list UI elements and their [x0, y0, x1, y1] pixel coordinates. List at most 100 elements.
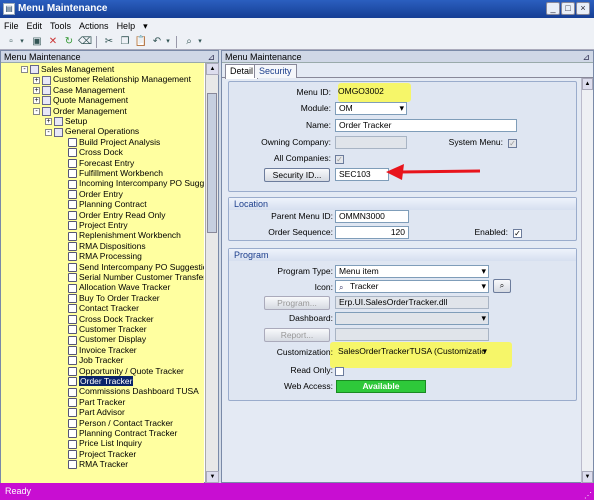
menu-overflow-icon[interactable]: ▾ [139, 18, 152, 34]
icon-browse-button[interactable]: ⌕ [493, 279, 511, 293]
scroll-thumb[interactable] [207, 93, 217, 233]
new-dropdown-icon[interactable]: ▾ [18, 35, 26, 48]
tree-item[interactable]: Contact Tracker [57, 303, 139, 314]
scroll-up-icon[interactable]: ▲ [582, 78, 593, 90]
undo-dropdown-icon[interactable]: ▾ [164, 35, 172, 48]
tree-item[interactable]: RMA Dispositions [57, 241, 146, 252]
tree-item[interactable]: Part Advisor [57, 407, 125, 418]
tree-folder-node[interactable]: + Setup [45, 116, 87, 127]
paste-icon[interactable]: 📋 [134, 35, 148, 48]
security-id-field[interactable]: SEC103 [335, 168, 389, 181]
tree-item[interactable]: Order Entry Read Only [57, 210, 165, 220]
tree-item[interactable]: Customer Display [57, 334, 147, 345]
tree-item[interactable]: Allocation Wave Tracker [57, 282, 170, 293]
report-button[interactable]: Report... [264, 328, 330, 342]
module-dropdown[interactable]: OM [335, 102, 407, 115]
tree-item[interactable]: Planning Contract Tracker [57, 428, 177, 439]
icon-dropdown[interactable]: ⌕ Tracker [335, 280, 489, 293]
scroll-down-icon[interactable]: ▼ [206, 471, 219, 483]
tree-folder-node[interactable]: + Quote Management [33, 95, 128, 106]
tree-item[interactable]: Forecast Entry [57, 158, 134, 168]
cut-icon[interactable]: ✂ [102, 35, 116, 48]
expand-icon[interactable]: + [33, 76, 40, 84]
tree-item[interactable]: Replenishment Workbench [57, 230, 181, 241]
menu-tools[interactable]: Tools [46, 18, 75, 34]
search-dropdown-icon[interactable]: ▾ [196, 35, 204, 48]
tree-folder-node[interactable]: - General Operations [45, 126, 139, 137]
tree-item[interactable]: Commissions Dashboard TUSA [57, 386, 199, 397]
program-type-dropdown[interactable]: Menu item [335, 265, 489, 278]
parent-menu-field[interactable]: OMMN3000 [335, 210, 409, 223]
tree-folder-node[interactable]: + Customer Relationship Management [33, 74, 191, 85]
tree-item[interactable]: Customer Tracker [57, 324, 147, 335]
tree-item[interactable]: Cross Dock [57, 147, 123, 158]
tree-item[interactable]: Part Tracker [57, 397, 125, 408]
scroll-down-icon[interactable]: ▼ [582, 471, 593, 483]
security-id-button[interactable]: Security ID... [264, 168, 330, 182]
web-access-status[interactable]: Available [336, 380, 426, 393]
dashboard-dropdown[interactable] [335, 312, 489, 325]
menu-file[interactable]: File [0, 18, 23, 34]
close-button[interactable]: × [576, 2, 590, 15]
tree-item[interactable]: Build Project Analysis [57, 137, 160, 148]
tree-item[interactable]: Buy To Order Tracker [57, 293, 160, 304]
report-field[interactable] [335, 328, 489, 341]
tree-item[interactable]: Planning Contract [57, 199, 147, 210]
tree-item[interactable]: Order Tracker [57, 376, 134, 387]
tree-item[interactable]: Person / Contact Tracker [57, 418, 173, 428]
collapse-icon[interactable]: - [33, 107, 40, 115]
collapse-icon[interactable]: - [21, 66, 28, 74]
undo-icon[interactable]: ↶ [150, 35, 164, 48]
tree-item[interactable]: Project Tracker [57, 449, 136, 460]
scroll-up-icon[interactable]: ▲ [206, 63, 219, 75]
tree-item[interactable]: Cross Dock Tracker [57, 314, 154, 324]
tree-item[interactable]: Incoming Intercompany PO Sugge [57, 178, 204, 189]
tree-item[interactable]: Serial Number Customer Transfer [57, 272, 204, 283]
copy-icon[interactable]: ❐ [118, 35, 132, 48]
tree-scrollbar[interactable]: ▲ ▼ [205, 63, 219, 483]
menu-help[interactable]: Help [113, 18, 140, 34]
name-field[interactable]: Order Tracker [335, 119, 517, 132]
menu-id-field[interactable]: OMGO3002 [335, 86, 409, 99]
menu-edit[interactable]: Edit [23, 18, 47, 34]
save-icon[interactable]: ▣ [30, 35, 44, 48]
program-field[interactable]: Erp.UI.SalesOrderTracker.dll [335, 296, 489, 309]
tree-node-label: Customer Display [79, 334, 147, 345]
pin-icon[interactable]: ⊿ [207, 51, 215, 63]
refresh-icon[interactable]: ↻ [62, 35, 76, 48]
tree-item[interactable]: Fulfillment Workbench [57, 168, 163, 179]
tree-item[interactable]: RMA Processing [57, 251, 142, 262]
tree-item[interactable]: Opportunity / Quote Tracker [57, 366, 184, 376]
expand-icon[interactable]: + [33, 97, 40, 105]
maximize-button[interactable]: □ [561, 2, 575, 15]
binoculars-icon[interactable]: ⌕ [182, 35, 196, 48]
tree-item[interactable]: Project Entry [57, 220, 128, 231]
collapse-icon[interactable]: - [45, 128, 52, 136]
enabled-checkbox[interactable]: ✓ [513, 229, 522, 238]
new-icon[interactable]: ▫ [4, 35, 18, 48]
expand-icon[interactable]: + [33, 87, 40, 95]
resize-grip-icon[interactable]: ⋰ [584, 487, 592, 500]
tree-item[interactable]: Price List Inquiry [57, 438, 142, 449]
delete-icon[interactable]: ✕ [46, 35, 60, 48]
customization-dropdown[interactable]: SalesOrderTrackerTUSA (Customizatio [335, 346, 489, 359]
tree-item[interactable]: Job Tracker [57, 355, 123, 366]
program-button[interactable]: Program... [264, 296, 330, 310]
tab-security[interactable]: Security [254, 64, 297, 78]
tree-item[interactable]: Send Intercompany PO Suggestio [57, 262, 204, 272]
menu-actions[interactable]: Actions [75, 18, 113, 34]
expand-icon[interactable]: + [45, 118, 52, 126]
system-menu-checkbox[interactable]: ✓ [508, 139, 517, 148]
minimize-button[interactable]: _ [546, 2, 560, 15]
tree-folder-node[interactable]: + Case Management [33, 85, 125, 96]
tree-item[interactable]: Order Entry [57, 189, 123, 200]
detail-scrollbar[interactable]: ▲ ▼ [581, 78, 593, 483]
tree-item[interactable]: Invoice Tracker [57, 345, 137, 356]
pin-icon[interactable]: ⊿ [582, 51, 590, 63]
clear-icon[interactable]: ⌫ [78, 35, 92, 48]
read-only-checkbox[interactable] [335, 367, 344, 376]
tree-folder-node[interactable]: - Order Management [33, 106, 127, 116]
all-companies-checkbox[interactable]: ✓ [335, 155, 344, 164]
tree-item[interactable]: RMA Tracker [57, 459, 128, 470]
tree-folder-node[interactable]: - Sales Management [21, 64, 114, 75]
